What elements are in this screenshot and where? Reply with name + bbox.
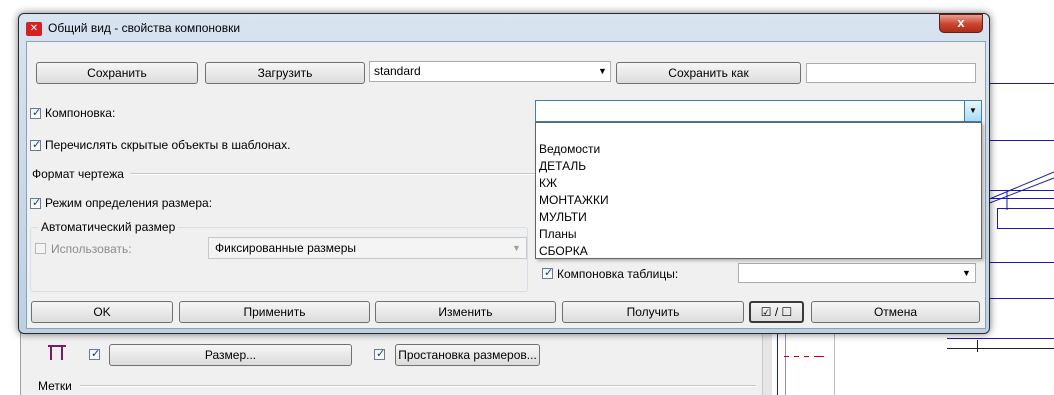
load-button[interactable]: Загрузить bbox=[205, 62, 365, 84]
close-button[interactable]: x bbox=[939, 14, 983, 33]
list-item[interactable]: СБОРКА bbox=[539, 244, 588, 258]
size-mode-label: Режим определения размера: bbox=[45, 196, 213, 210]
list-item[interactable]: Ведомости bbox=[539, 142, 600, 156]
background-dimensioning-button[interactable]: Простановка размеров... bbox=[395, 344, 540, 366]
window-title: Общий вид - свойства компоновки bbox=[48, 21, 241, 35]
save-as-button[interactable]: Сохранить как bbox=[616, 62, 801, 84]
size-mode-combo-value: Фиксированные размеры bbox=[215, 241, 356, 255]
preset-combo-chevron-down-icon[interactable]: ▼ bbox=[598, 66, 607, 76]
table-layout-combo[interactable] bbox=[738, 263, 976, 283]
background-dimension-icon bbox=[46, 343, 68, 361]
table-layout-checkbox[interactable]: ✓ bbox=[542, 267, 553, 279]
drawing-format-section-label: Формат чертежа bbox=[32, 167, 124, 181]
size-mode-chevron-down-icon[interactable]: ▼ bbox=[512, 243, 521, 253]
save-as-name-input[interactable] bbox=[806, 63, 976, 83]
layout-combo-chevron-down-icon[interactable]: ▼ bbox=[964, 101, 981, 121]
ok-button[interactable]: OK bbox=[31, 301, 173, 323]
layout-label: Компоновка: bbox=[45, 106, 116, 120]
layout-checkbox[interactable]: ✓ bbox=[30, 107, 41, 119]
modify-button[interactable]: Изменить bbox=[375, 301, 556, 323]
background-dimensioning-checkbox[interactable]: ✓ bbox=[374, 348, 385, 360]
table-layout-label: Компоновка таблицы: bbox=[557, 267, 679, 281]
use-label: Использовать: bbox=[51, 242, 132, 256]
app-logo-icon: ✕ bbox=[26, 22, 42, 36]
preset-combo[interactable]: standard bbox=[369, 61, 611, 82]
layout-dropdown-list: Ведомости ДЕТАЛЬ КЖ МОНТАЖКИ МУЛЬТИ План… bbox=[535, 122, 982, 259]
save-button[interactable]: Сохранить bbox=[36, 62, 198, 84]
drawing-format-separator bbox=[130, 173, 535, 175]
apply-button[interactable]: Применить bbox=[179, 301, 370, 323]
layout-combo[interactable] bbox=[535, 100, 982, 122]
size-mode-combo[interactable]: Фиксированные размеры bbox=[208, 237, 527, 259]
list-item[interactable]: КЖ bbox=[539, 176, 557, 190]
background-marks-label: Метки bbox=[38, 379, 72, 393]
auto-size-group-label: Автоматический размер bbox=[38, 220, 179, 234]
get-button[interactable]: Получить bbox=[562, 301, 744, 323]
list-item[interactable]: ДЕТАЛЬ bbox=[539, 159, 586, 173]
table-layout-chevron-down-icon[interactable]: ▼ bbox=[962, 268, 971, 278]
background-marks-separator bbox=[80, 385, 756, 387]
hidden-objects-checkbox[interactable]: ✓ bbox=[30, 139, 41, 151]
list-item[interactable]: Планы bbox=[539, 227, 577, 241]
use-checkbox[interactable] bbox=[35, 243, 46, 254]
hidden-objects-label: Перечислять скрытые объекты в шаблонах. bbox=[45, 138, 291, 152]
list-item[interactable]: МОНТАЖКИ bbox=[539, 193, 609, 207]
list-item[interactable] bbox=[539, 125, 979, 139]
list-item[interactable]: МУЛЬТИ bbox=[539, 210, 587, 224]
preset-combo-value: standard bbox=[374, 64, 421, 78]
background-size-button[interactable]: Размер... bbox=[109, 344, 352, 366]
background-size-checkbox[interactable]: ✓ bbox=[89, 348, 100, 360]
cancel-button[interactable]: Отмена bbox=[811, 301, 980, 323]
toggle-all-button[interactable]: ☑ / ☐ bbox=[749, 301, 804, 323]
size-mode-checkbox[interactable]: ✓ bbox=[30, 197, 41, 209]
